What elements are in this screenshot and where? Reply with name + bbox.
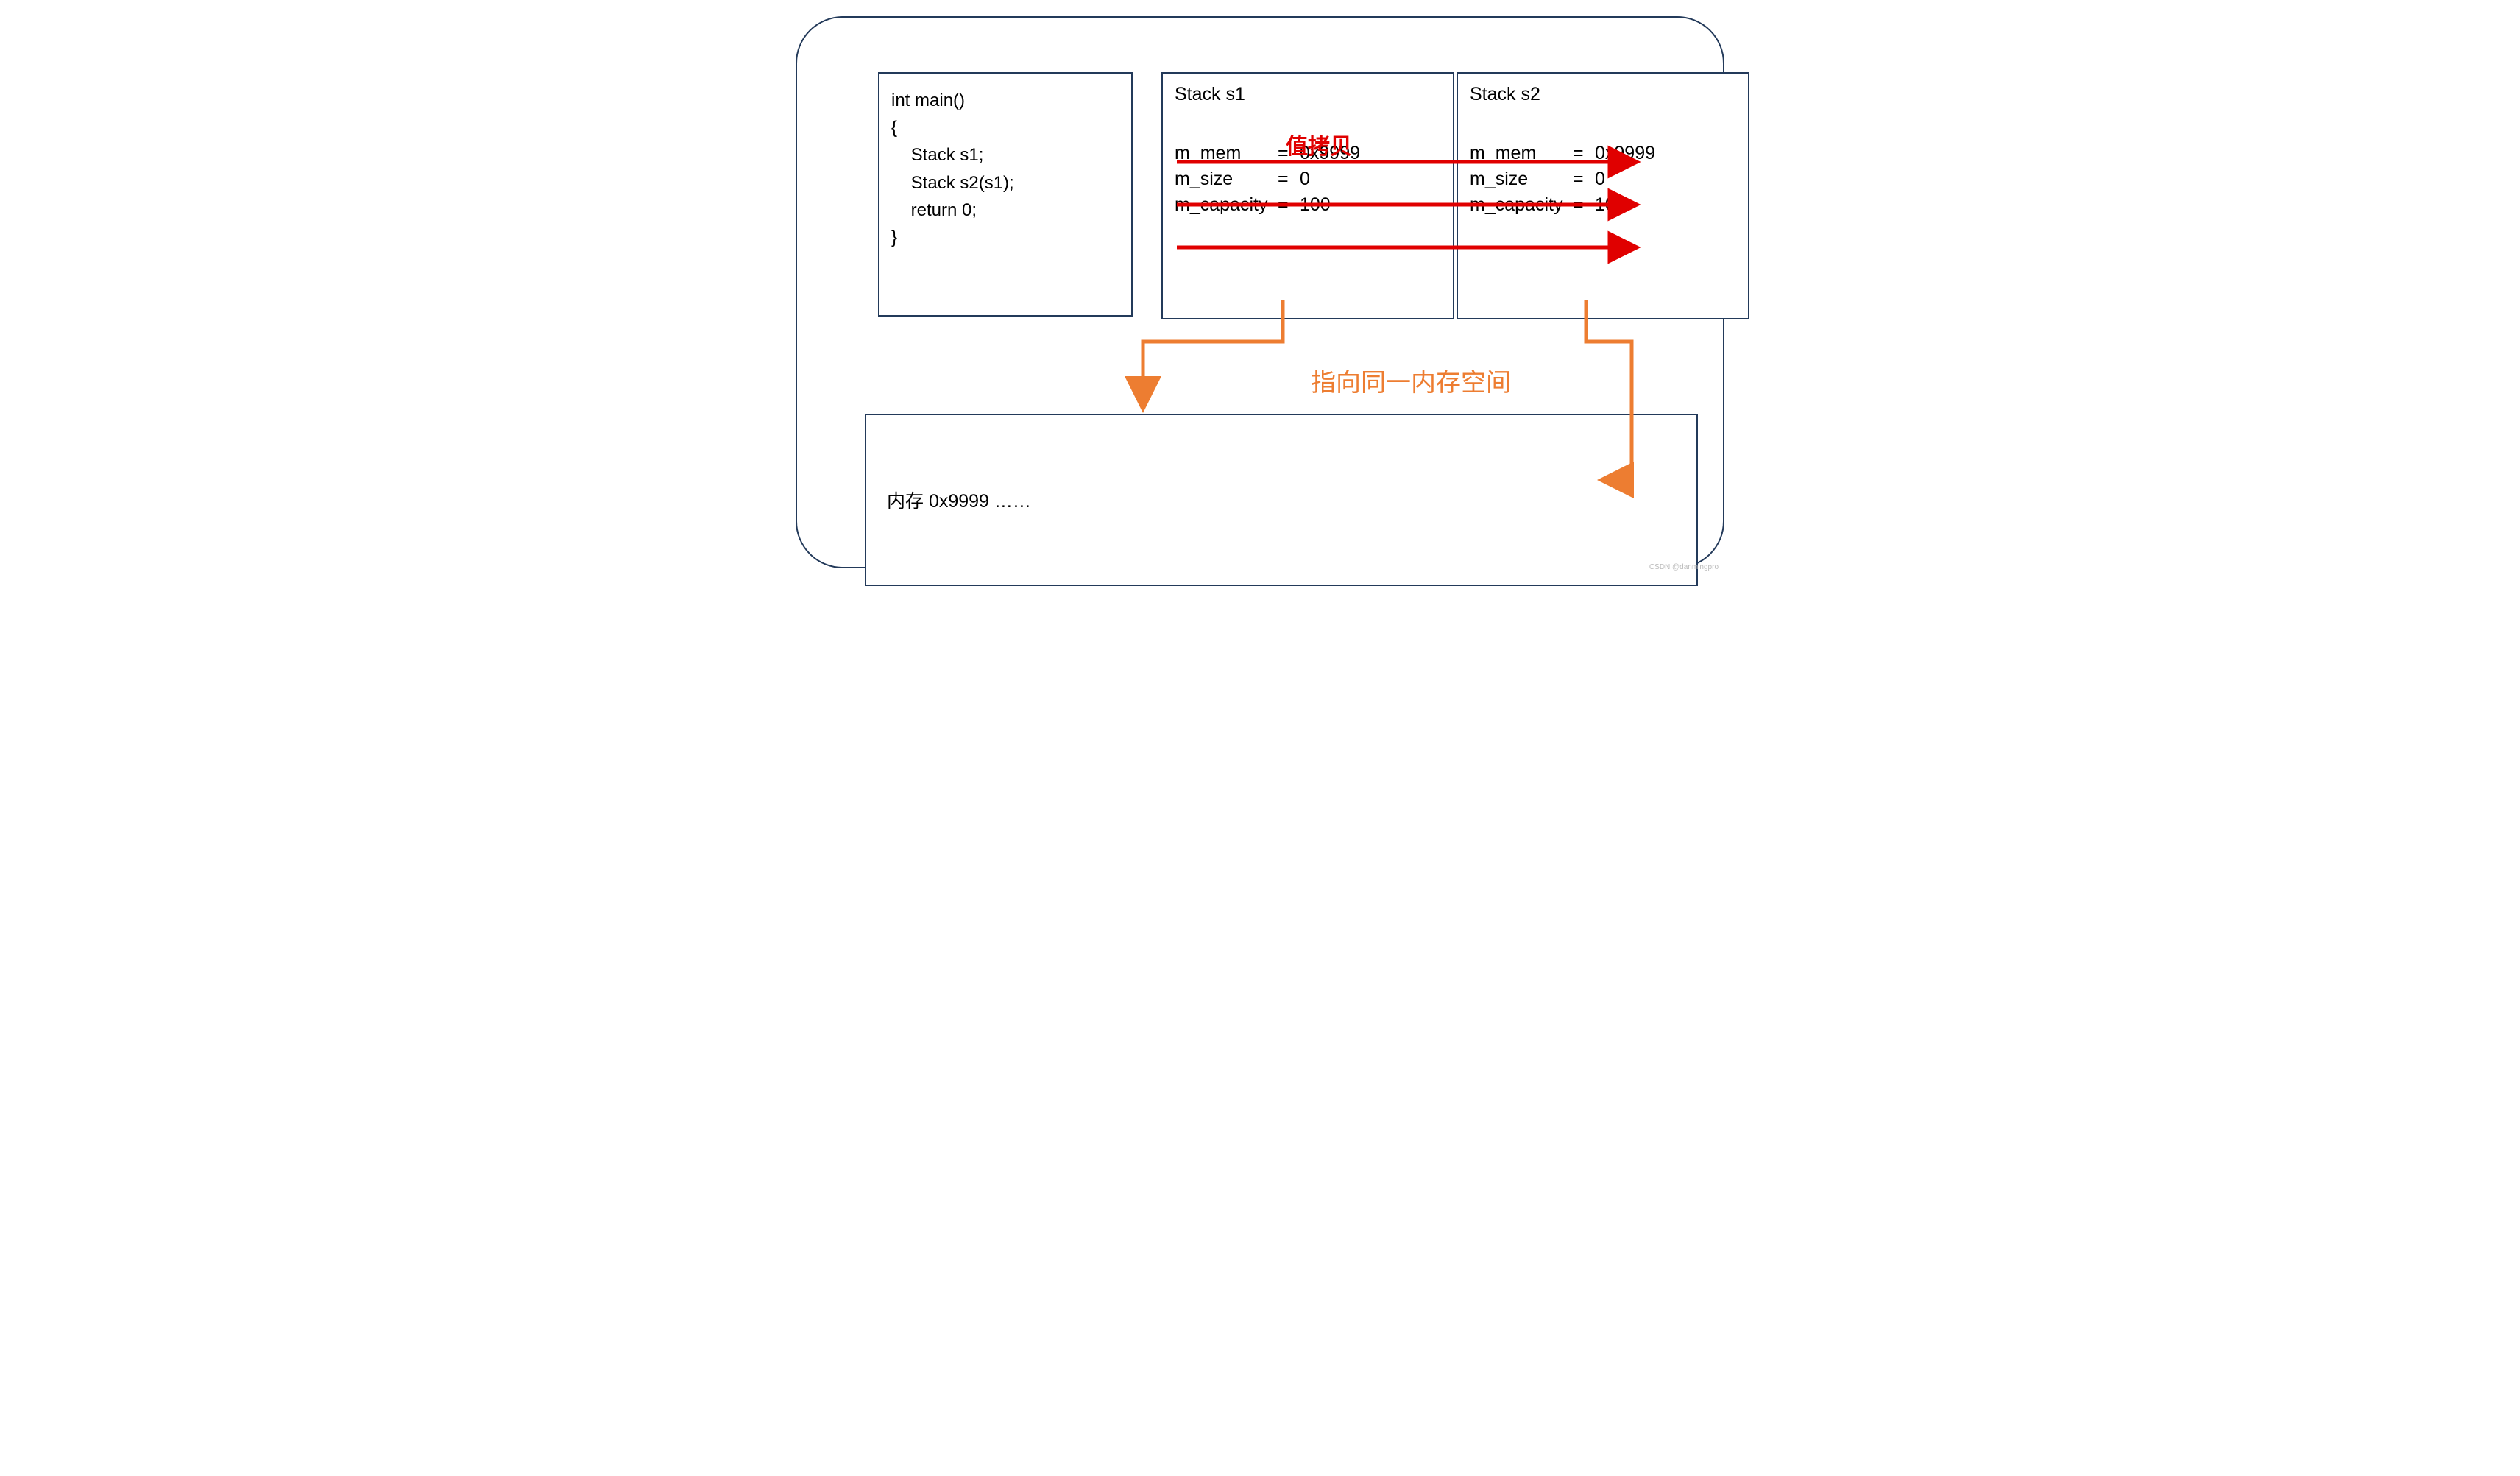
- diagram-canvas: int main() { Stack s1; Stack s2(s1); ret…: [791, 12, 1729, 573]
- stack-s1-box: Stack s1 m_mem=0x9999 m_size=0 m_capacit…: [1161, 72, 1454, 319]
- code-line: Stack s2(s1);: [891, 169, 1119, 197]
- stack-s2-fields: m_mem=0x9999 m_size=0 m_capacity=100: [1470, 141, 1655, 218]
- value-copy-label: 值拷贝: [1286, 128, 1352, 160]
- code-line: Stack s1;: [891, 141, 1119, 169]
- stack-s2-box: Stack s2 m_mem=0x9999 m_size=0 m_capacit…: [1457, 72, 1749, 319]
- stack-s1-title: Stack s1: [1175, 84, 1441, 105]
- code-line: }: [891, 224, 1119, 251]
- same-memory-label: 指向同一内存空间: [1311, 362, 1511, 398]
- code-line: {: [891, 114, 1119, 141]
- code-box: int main() { Stack s1; Stack s2(s1); ret…: [878, 72, 1133, 317]
- code-line: return 0;: [891, 197, 1119, 224]
- memory-box: 内存 0x9999 ……: [865, 414, 1698, 586]
- memory-text: 内存 0x9999 ……: [887, 487, 1031, 513]
- stack-s2-title: Stack s2: [1470, 84, 1736, 105]
- code-line: int main(): [891, 87, 1119, 114]
- watermark: CSDN @danmingpro: [1649, 563, 1719, 571]
